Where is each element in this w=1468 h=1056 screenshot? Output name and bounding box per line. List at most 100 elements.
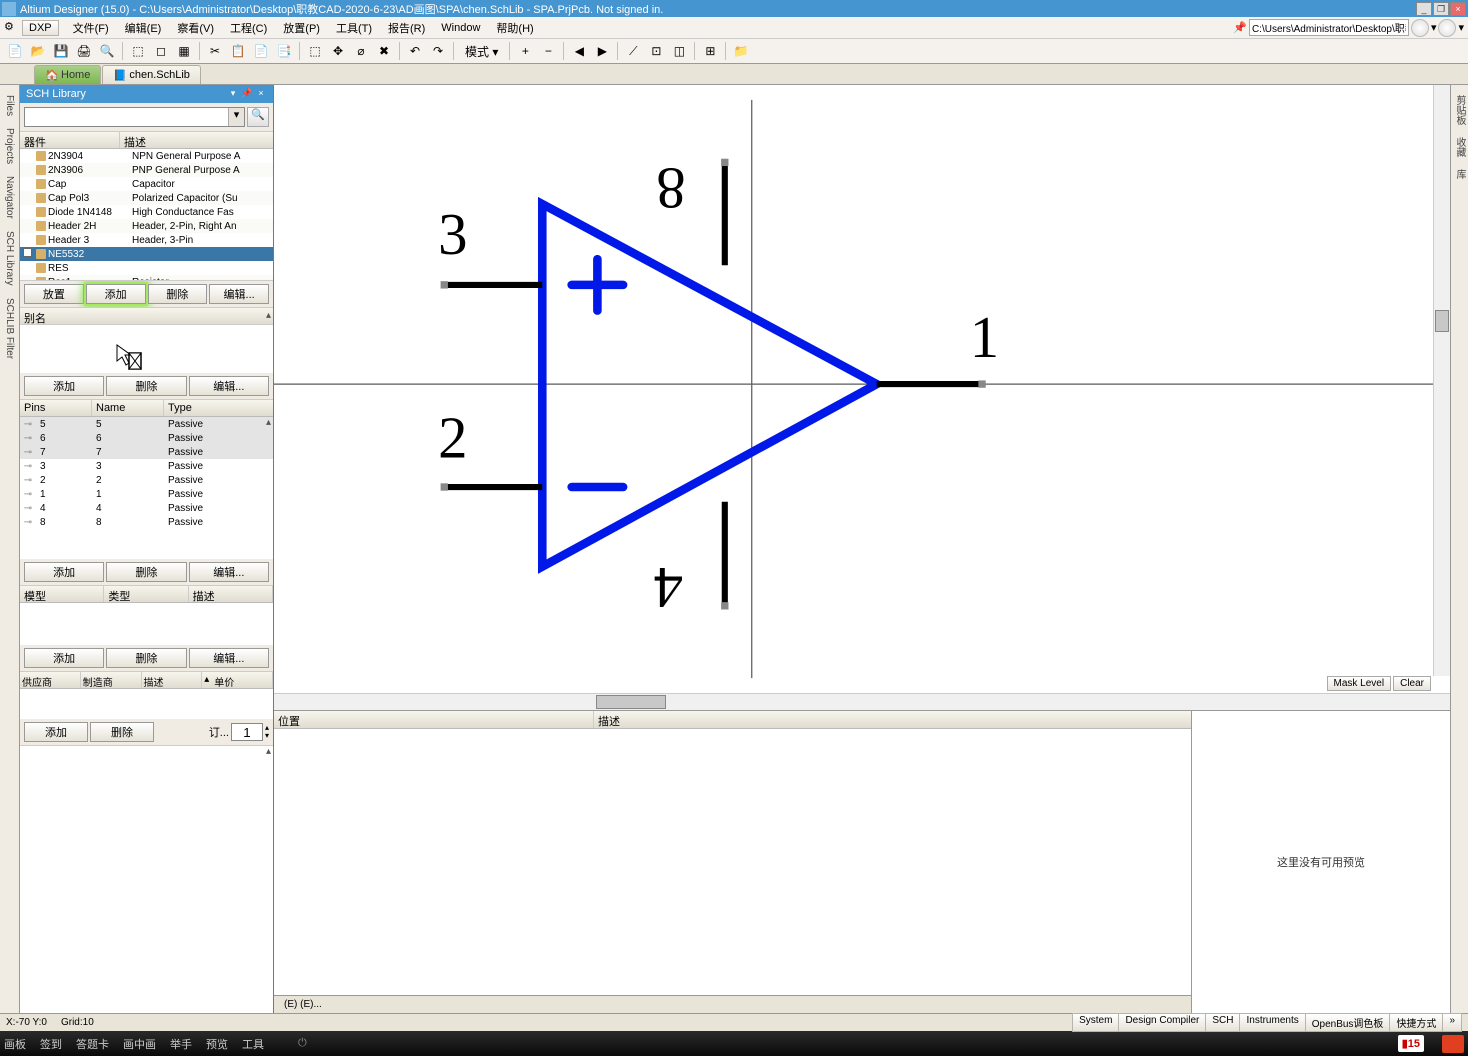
- supplier-add-button[interactable]: 添加: [24, 722, 88, 742]
- taskbar-item[interactable]: 画板: [4, 1036, 26, 1052]
- paste2-icon[interactable]: 📑: [273, 41, 295, 62]
- component-row[interactable]: 2N3906PNP General Purpose A: [20, 163, 273, 177]
- print-icon[interactable]: 🖨: [73, 41, 95, 62]
- alias-edit-button[interactable]: 编辑...: [189, 376, 269, 396]
- menu-file[interactable]: 文件(F): [65, 18, 117, 38]
- open-icon[interactable]: 📂: [27, 41, 49, 62]
- component-row[interactable]: Res1Resistor: [20, 275, 273, 281]
- edit-button[interactable]: 编辑...: [209, 284, 269, 304]
- pin-row[interactable]: ⊸66Passive: [20, 431, 273, 445]
- schematic-canvas[interactable]: 3 2 1 4 8: [274, 85, 1450, 693]
- component-row[interactable]: 2N3904NPN General Purpose A: [20, 149, 273, 163]
- status-button[interactable]: System: [1072, 1013, 1119, 1032]
- delete-button[interactable]: 删除: [148, 284, 208, 304]
- alias-header[interactable]: 别名▴: [20, 307, 273, 325]
- zoom-area-icon[interactable]: ⬚: [127, 41, 149, 62]
- tray-rec-icon[interactable]: [1442, 1035, 1464, 1053]
- path-input[interactable]: [1249, 19, 1409, 36]
- panel-pin-icon[interactable]: 📌: [241, 88, 253, 100]
- messages-body[interactable]: [274, 729, 1191, 995]
- copy-icon[interactable]: 📋: [227, 41, 249, 62]
- plus-icon[interactable]: +: [514, 41, 536, 62]
- app-menu-icon[interactable]: ⚙: [4, 20, 20, 36]
- menu-place[interactable]: 放置(P): [275, 18, 328, 38]
- restore-button[interactable]: ❐: [1433, 2, 1449, 16]
- alias-del-button[interactable]: 删除: [106, 376, 186, 396]
- pin-row[interactable]: ⊸77Passive: [20, 445, 273, 459]
- model-edit-button[interactable]: 编辑...: [189, 648, 269, 668]
- pin-row[interactable]: ⊸33Passive: [20, 459, 273, 473]
- grid-icon[interactable]: ⊞: [699, 41, 721, 62]
- pin-row[interactable]: ⊸44Passive: [20, 501, 273, 515]
- move-icon[interactable]: ✥: [327, 41, 349, 62]
- search-button[interactable]: 🔍: [247, 107, 269, 127]
- menu-project[interactable]: 工程(C): [222, 18, 275, 38]
- menu-help[interactable]: 帮助(H): [488, 18, 541, 38]
- model-del-button[interactable]: 删除: [106, 648, 186, 668]
- paste-icon[interactable]: 📄: [250, 41, 272, 62]
- edge-tab-favorites[interactable]: 收藏: [1450, 131, 1468, 163]
- status-button[interactable]: OpenBus调色板: [1305, 1013, 1391, 1032]
- order-input[interactable]: [231, 723, 263, 741]
- alias-add-button[interactable]: 添加: [24, 376, 104, 396]
- tab-home[interactable]: 🏠Home: [34, 65, 101, 84]
- menu-view[interactable]: 察看(V): [169, 18, 222, 38]
- search-dropdown-icon[interactable]: ▾: [228, 108, 244, 126]
- menu-edit[interactable]: 编辑(E): [117, 18, 170, 38]
- component-row[interactable]: Header 2HHeader, 2-Pin, Right An: [20, 219, 273, 233]
- search-input[interactable]: [25, 108, 228, 126]
- menu-window[interactable]: Window: [433, 20, 488, 36]
- preview-icon[interactable]: 🔍: [96, 41, 118, 62]
- net-icon[interactable]: ⊡: [645, 41, 667, 62]
- footer-tab-e[interactable]: (E) (E)...: [280, 999, 326, 1010]
- taskbar-item[interactable]: 画中画: [123, 1036, 156, 1052]
- component-row[interactable]: RES: [20, 261, 273, 275]
- pins-edit-button[interactable]: 编辑...: [189, 562, 269, 582]
- component-row[interactable]: Diode 1N4148High Conductance Fas: [20, 205, 273, 219]
- tab-schlib[interactable]: 📘chen.SchLib: [102, 65, 201, 84]
- taskbar-item[interactable]: 工具: [242, 1036, 264, 1052]
- pins-del-button[interactable]: 删除: [106, 562, 186, 582]
- taskbar-item[interactable]: 举手: [170, 1036, 192, 1052]
- col-model-desc[interactable]: 描述: [189, 586, 273, 602]
- close-button[interactable]: ×: [1450, 2, 1466, 16]
- zoom-sel-icon[interactable]: ▦: [173, 41, 195, 62]
- minus-icon[interactable]: −: [537, 41, 559, 62]
- taskbar-item[interactable]: 签到: [40, 1036, 62, 1052]
- deselect-icon[interactable]: ⌀: [350, 41, 372, 62]
- col-pin-type[interactable]: Type: [164, 400, 273, 416]
- col-supplier[interactable]: 供应商: [20, 672, 81, 688]
- pins-list[interactable]: ▴⊸55Passive⊸66Passive⊸77Passive⊸33Passiv…: [20, 417, 273, 559]
- status-button[interactable]: Instruments: [1239, 1013, 1305, 1032]
- col-supp-desc[interactable]: 描述: [142, 672, 203, 688]
- edge-tab-clipboard[interactable]: 剪贴板: [1450, 89, 1468, 131]
- sheet-icon[interactable]: ◫: [668, 41, 690, 62]
- add-button[interactable]: 添加: [86, 284, 146, 304]
- horizontal-scrollbar[interactable]: [274, 693, 1450, 710]
- order-spinner-icon[interactable]: ▴▾: [265, 724, 269, 740]
- place-button[interactable]: 放置: [24, 284, 84, 304]
- component-row[interactable]: CapCapacitor: [20, 177, 273, 191]
- wire-icon[interactable]: ⟋: [622, 41, 644, 62]
- status-button[interactable]: Design Compiler: [1118, 1013, 1206, 1032]
- col-position[interactable]: 位置: [274, 711, 594, 728]
- cut-icon[interactable]: ✂: [204, 41, 226, 62]
- status-button[interactable]: SCH: [1205, 1013, 1240, 1032]
- taskbar-item[interactable]: 预览: [206, 1036, 228, 1052]
- model-add-button[interactable]: 添加: [24, 648, 104, 668]
- mode-dropdown[interactable]: 模式 ▾: [458, 41, 505, 62]
- pin-row[interactable]: ⊸55Passive: [20, 417, 273, 431]
- mask-level-button[interactable]: Mask Level: [1327, 676, 1392, 691]
- col-manufacturer[interactable]: 制造商: [81, 672, 142, 688]
- col-description[interactable]: 描述: [120, 132, 263, 148]
- col-model-type[interactable]: 类型: [104, 586, 188, 602]
- nav-fwd-button[interactable]: [1438, 19, 1456, 37]
- components-list[interactable]: 2N3904NPN General Purpose A2N3906PNP Gen…: [20, 149, 273, 281]
- status-button[interactable]: 快捷方式: [1389, 1013, 1443, 1032]
- new-icon[interactable]: 📄: [4, 41, 26, 62]
- path-pin-icon[interactable]: 📌: [1233, 21, 1247, 34]
- pin-row[interactable]: ⊸88Passive: [20, 515, 273, 529]
- select-icon[interactable]: ⬚: [304, 41, 326, 62]
- search-combo[interactable]: ▾: [24, 107, 245, 127]
- component-row[interactable]: +NE5532: [20, 247, 273, 261]
